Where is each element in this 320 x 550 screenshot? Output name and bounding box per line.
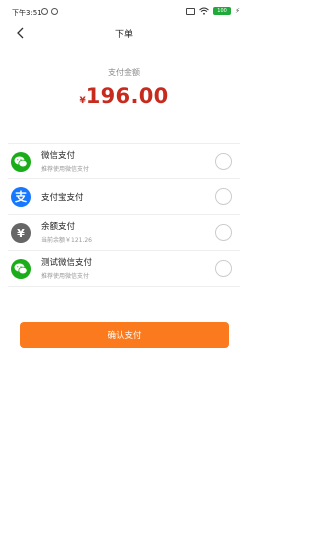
confirm-payment-button[interactable]: 确认支付 [20, 322, 229, 348]
page-title: 下单 [114, 30, 133, 40]
status-time: 下午3:51 [12, 9, 42, 17]
alipay-icon: 支 [11, 187, 31, 207]
charging-icon: ⚡ [235, 7, 240, 15]
payment-option-subtitle: 推荐使用微信支付 [41, 273, 90, 280]
status-indicators: 100 ⚡ [186, 7, 240, 15]
wechat-icon [11, 152, 31, 172]
amount-display: ¥196.00 [0, 84, 248, 108]
payment-option-subtitle: 推荐使用微信支付 [41, 166, 90, 173]
radio-button[interactable] [215, 188, 232, 205]
payment-option-title: 微信支付 [41, 151, 76, 161]
payment-option-title: 测试微信支付 [41, 258, 93, 268]
notification-icon [51, 8, 58, 15]
radio-button[interactable] [215, 260, 232, 277]
balance-icon: ¥ [11, 223, 31, 243]
sim-icon [186, 7, 196, 15]
notification-icon [41, 8, 48, 15]
nav-bar: 下单 [0, 22, 248, 44]
payment-option-balance[interactable]: ¥ 余额支付 当前余额￥121.26 [8, 215, 240, 251]
wechat-icon [11, 259, 31, 279]
battery-icon: 100 [213, 7, 232, 15]
payment-option-title: 余额支付 [41, 222, 76, 232]
payment-option-subtitle: 当前余额￥121.26 [41, 237, 92, 244]
radio-button[interactable] [215, 224, 232, 241]
payment-option-wechat[interactable]: 微信支付 推荐使用微信支付 [8, 143, 240, 179]
radio-button[interactable] [215, 153, 232, 170]
payment-method-list: 微信支付 推荐使用微信支付 支 支付宝支付 ¥ 余额支付 当前余额￥121.26… [0, 143, 248, 287]
payment-option-alipay[interactable]: 支 支付宝支付 [8, 179, 240, 215]
payment-option-test-wechat[interactable]: 测试微信支付 推荐使用微信支付 [8, 251, 240, 287]
wifi-icon [199, 7, 209, 15]
amount-value: 196.00 [85, 84, 169, 108]
amount-label: 支付金额 [108, 68, 140, 77]
payment-option-title: 支付宝支付 [41, 193, 84, 203]
status-bar: 下午3:51 100 ⚡ [0, 0, 248, 24]
